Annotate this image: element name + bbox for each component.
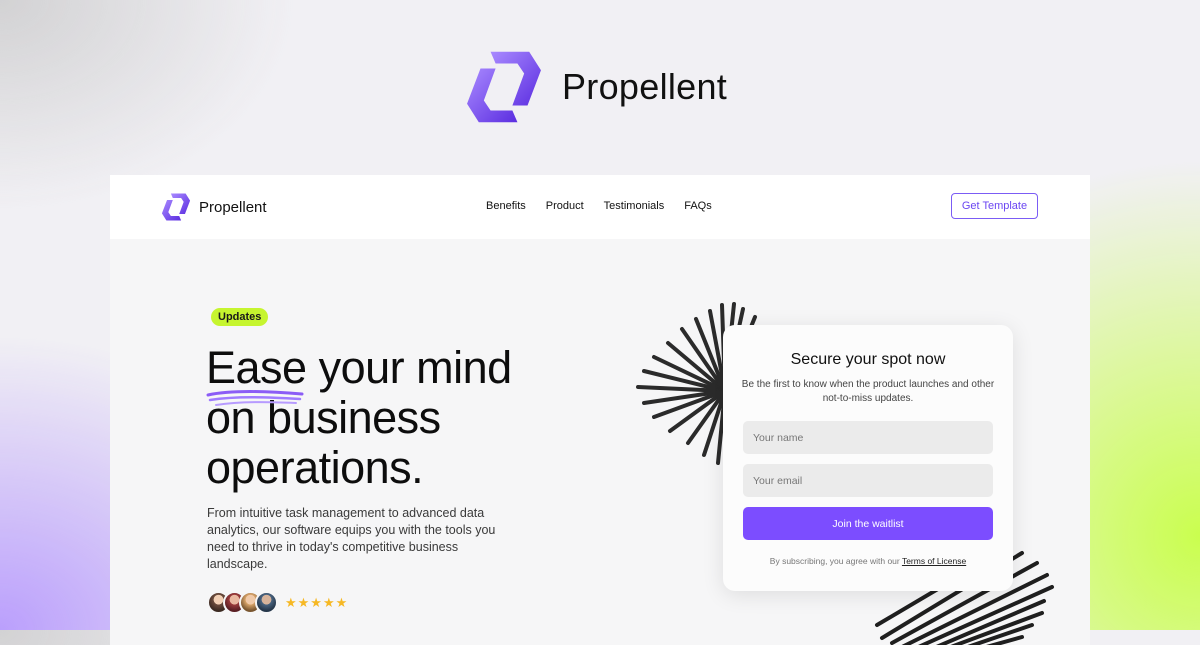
hero-brand-name: Propellent [562,66,728,107]
propellent-logo-icon [462,44,546,130]
name-input[interactable] [743,421,993,454]
nav-link-product[interactable]: Product [546,200,584,212]
propellent-logo-icon [160,191,192,223]
nav-link-faqs[interactable]: FAQs [684,200,712,212]
navbar: Propellent Benefits Product Testimonials… [110,175,1090,239]
nav-links: Benefits Product Testimonials FAQs [486,200,712,212]
rating-stars: ★★★★★ [285,594,349,610]
waitlist-card: Secure your spot now Be the first to kno… [723,325,1013,591]
social-proof: ★★★★★ [207,591,348,614]
join-waitlist-button[interactable]: Join the waitlist [743,507,993,540]
landing-page-preview: Propellent Benefits Product Testimonials… [110,175,1090,645]
headline-line-1: Ease your mind [206,342,512,393]
nav-link-testimonials[interactable]: Testimonials [604,200,665,212]
terms-prefix: By subscribing, you agree with our [769,556,902,566]
waitlist-description: Be the first to know when the product la… [741,379,995,404]
email-input[interactable] [743,464,993,497]
waitlist-title: Secure your spot now [790,351,946,368]
terms-text: By subscribing, you agree with our Terms… [723,556,1013,566]
hero-description: From intuitive task management to advanc… [207,506,496,571]
hero-brand: Propellent [462,44,727,130]
headline-underline-squiggle [206,390,304,406]
terms-of-license-link[interactable]: Terms of License [902,556,966,566]
get-template-button[interactable]: Get Template [951,193,1038,219]
avatar [255,591,278,614]
nav-brand-name: Propellent [199,198,267,216]
updates-badge: Updates [211,308,269,326]
nav-brand[interactable]: Propellent [160,191,267,223]
nav-link-benefits[interactable]: Benefits [486,200,526,212]
headline-line-3: operations. [206,442,424,493]
headline: Ease your mind on business operations. [206,343,566,493]
